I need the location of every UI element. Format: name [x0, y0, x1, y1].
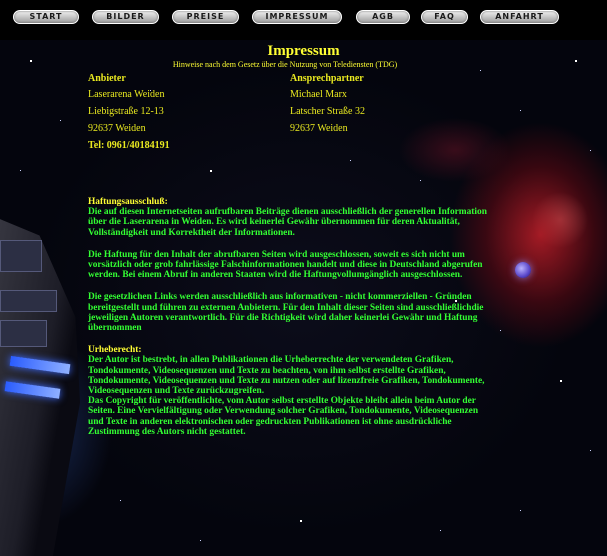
- urheberrecht-paragraph-2: Das Copyright für veröffentlichte, vom A…: [88, 396, 479, 437]
- anbieter-phone: Tel: 0961/40184191: [88, 140, 170, 151]
- top-navigation: START BILDER PREISE IMPRESSUM AGB FAQ AN…: [0, 0, 607, 40]
- nav-agb-button[interactable]: AGB: [356, 10, 410, 24]
- urheberrecht-heading: Urheberecht:: [88, 345, 142, 356]
- legal-text: Haftungsausschluß: Die auf diesen Intern…: [88, 197, 488, 437]
- anbieter-street: Liebigstraße 12-13: [88, 106, 164, 117]
- nav-impressum-button[interactable]: IMPRESSUM: [252, 10, 342, 24]
- ansprechpartner-name: Michael Marx: [290, 89, 347, 100]
- ansprechpartner-city: 92637 Weiden: [290, 123, 348, 134]
- page-title: Impressum: [267, 43, 340, 59]
- haftung-paragraph-1: Die auf diesen Internetseiten aufrufbare…: [88, 207, 487, 238]
- nav-bilder-button[interactable]: BILDER: [92, 10, 159, 24]
- ansprechpartner-heading: Ansprechpartner: [290, 73, 364, 84]
- ansprechpartner-block: Ansprechpartner Michael Marx Latscher St…: [290, 73, 490, 140]
- haftung-paragraph-2: Die Haftung für den Inhalt der abrufbare…: [88, 249, 483, 281]
- urheberrecht-paragraph-1: Der Autor ist bestrebt, in allen Publika…: [88, 355, 485, 397]
- haftung-heading: Haftungsausschluß:: [88, 197, 168, 207]
- planet-image: [515, 262, 531, 278]
- spaceship-panel: [0, 240, 42, 272]
- anbieter-heading: Anbieter: [88, 73, 126, 84]
- anbieter-name: Laserarena Weiden: [88, 89, 165, 100]
- anbieter-block: Anbieter Laserarena Weiden Liebigstraße …: [88, 73, 278, 157]
- nav-preise-button[interactable]: PREISE: [172, 10, 239, 24]
- anbieter-city: 92637 Weiden: [88, 123, 146, 134]
- page-subtitle: Hinweise nach dem Gesetz über die Nutzun…: [172, 60, 398, 69]
- nav-anfahrt-button[interactable]: ANFAHRT: [480, 10, 559, 24]
- spaceship-panel: [0, 290, 57, 312]
- ansprechpartner-street: Latscher Straße 32: [290, 106, 365, 117]
- nav-faq-button[interactable]: FAQ: [421, 10, 468, 24]
- haftung-paragraph-3: Die gesetzlichen Links werden ausschließ…: [88, 292, 484, 334]
- spaceship-panel: [0, 320, 47, 347]
- nav-start-button[interactable]: START: [13, 10, 79, 24]
